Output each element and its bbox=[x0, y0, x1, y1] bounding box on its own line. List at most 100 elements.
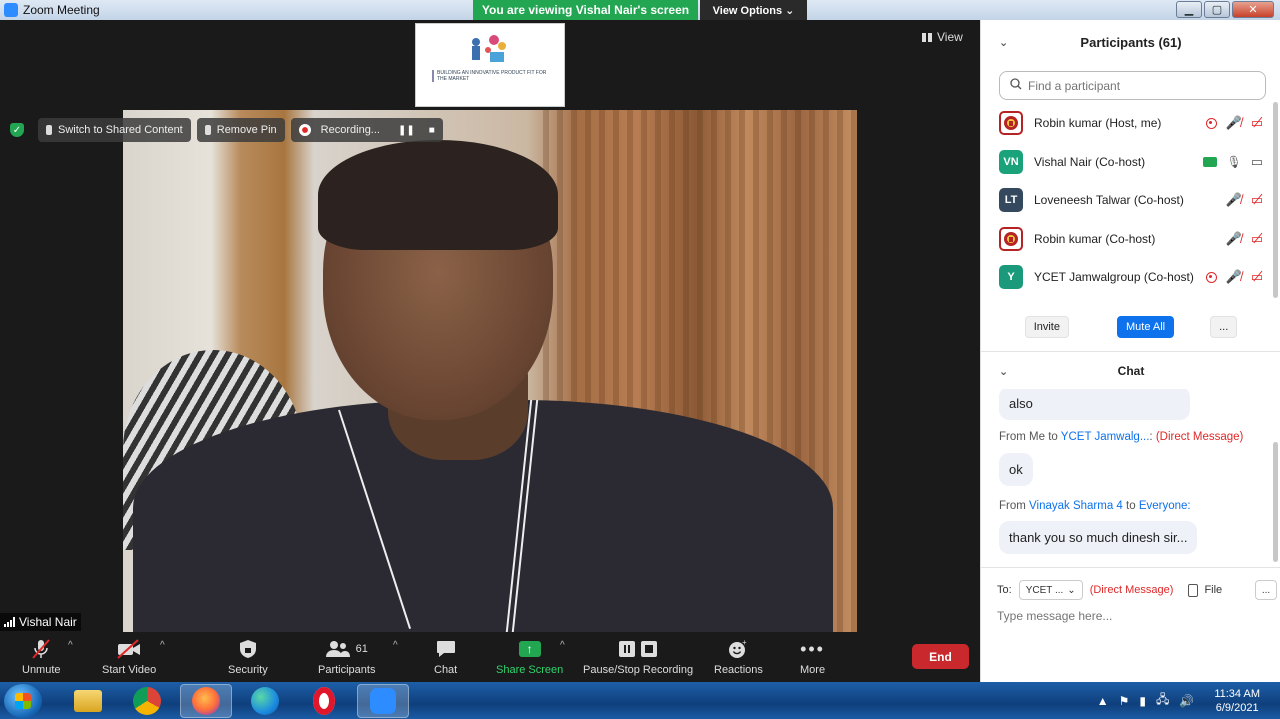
unmute-button[interactable]: Unmute bbox=[22, 637, 61, 676]
taskbar-chrome[interactable] bbox=[121, 684, 173, 718]
maximize-icon[interactable]: ▢ bbox=[1204, 1, 1230, 18]
chat-bubble-icon bbox=[436, 637, 456, 661]
taskbar-opera[interactable] bbox=[298, 684, 350, 718]
smiley-icon: + bbox=[728, 637, 748, 661]
video-off-icon[interactable]: ▭̸ bbox=[1251, 192, 1263, 208]
chat-more-button[interactable]: ... bbox=[1255, 580, 1277, 600]
video-off-icon[interactable]: ▭̸ bbox=[1251, 231, 1263, 247]
shared-screen-thumbnail[interactable]: BUILDING AN INNOVATIVE PRODUCT FIT FOR T… bbox=[415, 23, 565, 107]
recording-dot-icon bbox=[298, 124, 311, 136]
participant-row[interactable]: Robin kumar (Host, me) 🎤̸ ▭̸ bbox=[981, 104, 1271, 143]
participants-count: 61 bbox=[355, 643, 368, 655]
chat-recipient-row: To: YCET ... ⌄ (Direct Message) File ... bbox=[997, 578, 1277, 602]
share-screen-icon-wrap: ↑ bbox=[518, 637, 541, 661]
sender-link[interactable]: Vinayak Sharma 4 bbox=[1029, 500, 1123, 512]
network-icon[interactable]: 🖧 bbox=[1156, 690, 1169, 711]
participant-row[interactable]: LT Loveneesh Talwar (Co-host) 🎤̸ ▭̸ bbox=[981, 181, 1271, 220]
mic-muted-icon[interactable]: 🎤̸ bbox=[1226, 192, 1242, 208]
chat-scrollbar[interactable] bbox=[1273, 442, 1278, 562]
participants-icon: 61 bbox=[325, 637, 368, 661]
share-options-chevron-icon[interactable]: ^ bbox=[560, 640, 565, 651]
tray-expand-icon[interactable]: ▲ bbox=[1097, 694, 1109, 708]
collapse-chat-chevron-icon[interactable]: ⌄ bbox=[999, 365, 1008, 378]
recipient-dropdown[interactable]: YCET ... ⌄ bbox=[1018, 580, 1083, 600]
participants-more-button[interactable]: ... bbox=[1210, 316, 1238, 338]
view-button[interactable]: View bbox=[922, 30, 963, 44]
mute-all-button[interactable]: Mute All bbox=[1116, 316, 1175, 338]
audio-options-chevron-icon[interactable]: ^ bbox=[68, 640, 73, 651]
meeting-top-bar: ✓ Switch to Shared Content Remove Pin Re… bbox=[0, 117, 443, 143]
recipient-link[interactable]: YCET Jamwalg... bbox=[1061, 431, 1150, 443]
switch-shared-label: Switch to Shared Content bbox=[58, 124, 183, 136]
participants-label: Participants bbox=[318, 664, 376, 676]
share-screen-label: Share Screen bbox=[496, 664, 564, 676]
firefox-icon bbox=[192, 686, 220, 715]
pause-stop-recording-button[interactable]: Pause/Stop Recording bbox=[583, 637, 693, 676]
start-button[interactable] bbox=[4, 683, 42, 718]
reactions-button[interactable]: + Reactions bbox=[714, 637, 763, 676]
participant-row[interactable]: Robin kumar (Co-host) 🎤̸ ▭̸ bbox=[981, 220, 1271, 259]
more-button[interactable]: ••• More bbox=[800, 637, 825, 677]
taskbar-clock[interactable]: 11:34 AM 6/9/2021 bbox=[1214, 687, 1260, 715]
chat-title: Chat bbox=[1117, 364, 1145, 378]
folder-icon bbox=[74, 689, 102, 712]
file-button[interactable]: File bbox=[1188, 583, 1222, 597]
pause-stop-icon bbox=[618, 637, 658, 661]
share-screen-button[interactable]: ↑ Share Screen bbox=[496, 637, 563, 676]
video-off-icon[interactable]: ▭̸ bbox=[1251, 115, 1263, 131]
recipient-link[interactable]: Everyone: bbox=[1139, 500, 1191, 512]
pause-recording-icon[interactable]: ❚❚ bbox=[398, 125, 415, 136]
end-meeting-button[interactable]: End bbox=[912, 644, 969, 669]
chat-button[interactable]: Chat bbox=[434, 637, 457, 676]
remove-pin-button[interactable]: Remove Pin bbox=[196, 118, 285, 142]
video-options-chevron-icon[interactable]: ^ bbox=[160, 640, 165, 651]
panel-divider bbox=[981, 351, 1280, 352]
taskbar-edge[interactable] bbox=[239, 684, 291, 718]
mic-on-icon[interactable]: 🎙 bbox=[1226, 155, 1241, 169]
mic-muted-icon[interactable]: 🎤̸ bbox=[1226, 115, 1242, 131]
reactions-label: Reactions bbox=[714, 664, 763, 676]
college-logo-icon bbox=[1004, 116, 1018, 131]
mic-muted-icon[interactable]: 🎤̸ bbox=[1226, 231, 1242, 247]
encryption-shield-icon[interactable]: ✓ bbox=[10, 123, 24, 137]
opera-icon bbox=[313, 686, 335, 715]
participant-search-box[interactable] bbox=[999, 71, 1266, 100]
speaker-video[interactable] bbox=[123, 110, 857, 632]
participants-chevron-icon[interactable]: ^ bbox=[393, 640, 398, 651]
minimize-icon[interactable]: ▁ bbox=[1176, 1, 1202, 18]
start-video-label: Start Video bbox=[102, 664, 157, 676]
taskbar-explorer[interactable] bbox=[62, 684, 114, 718]
battery-icon[interactable]: ▮ bbox=[1139, 694, 1146, 708]
close-icon[interactable]: ✕ bbox=[1232, 1, 1274, 18]
taskbar-firefox[interactable] bbox=[180, 683, 232, 718]
view-options-button[interactable]: View Options ⌄ bbox=[700, 0, 807, 20]
participant-row[interactable]: VN Vishal Nair (Co-host) 🎙 ▭ bbox=[981, 143, 1271, 182]
meta-from: From Me to bbox=[999, 431, 1058, 443]
speaker-name-tag: Vishal Nair bbox=[0, 613, 81, 631]
participants-button[interactable]: 61 Participants bbox=[318, 637, 375, 676]
pin-icon bbox=[204, 125, 211, 135]
switch-shared-content-button[interactable]: Switch to Shared Content bbox=[38, 118, 191, 142]
security-button[interactable]: Security bbox=[228, 637, 268, 676]
start-video-button[interactable]: Start Video bbox=[102, 637, 156, 676]
chat-message-input[interactable] bbox=[997, 606, 1267, 626]
flag-icon[interactable]: ⚑ bbox=[1119, 694, 1130, 708]
participant-status-icons: 🎙 ▭ bbox=[1203, 154, 1263, 170]
volume-icon[interactable]: 🔊 bbox=[1179, 694, 1194, 708]
stop-recording-icon[interactable]: ■ bbox=[429, 125, 435, 136]
video-on-icon[interactable]: ▭ bbox=[1251, 154, 1263, 170]
chat-message-meta: From Me to YCET Jamwalg...: (Direct Mess… bbox=[999, 431, 1243, 443]
invite-button[interactable]: Invite bbox=[1024, 316, 1069, 338]
participants-scrollbar[interactable] bbox=[1273, 102, 1278, 298]
taskbar-zoom[interactable] bbox=[357, 683, 409, 718]
meta-sep: : bbox=[1149, 431, 1153, 443]
chat-header: ⌄ Chat bbox=[981, 353, 1280, 389]
video-person-hair bbox=[318, 140, 558, 250]
college-logo-icon bbox=[1004, 231, 1018, 246]
participant-search-input[interactable] bbox=[1028, 78, 1248, 93]
mic-muted-icon[interactable]: 🎤̸ bbox=[1226, 269, 1242, 285]
system-tray: ▲ ⚑ ▮ 🖧 🔊 11:34 AM 6/9/2021 bbox=[1097, 682, 1280, 719]
video-off-icon[interactable]: ▭̸ bbox=[1251, 269, 1263, 285]
participant-row[interactable]: Y YCET Jamwalgroup (Co-host) 🎤̸ ▭̸ bbox=[981, 258, 1271, 297]
collapse-participants-chevron-icon[interactable]: ⌄ bbox=[999, 36, 1008, 49]
